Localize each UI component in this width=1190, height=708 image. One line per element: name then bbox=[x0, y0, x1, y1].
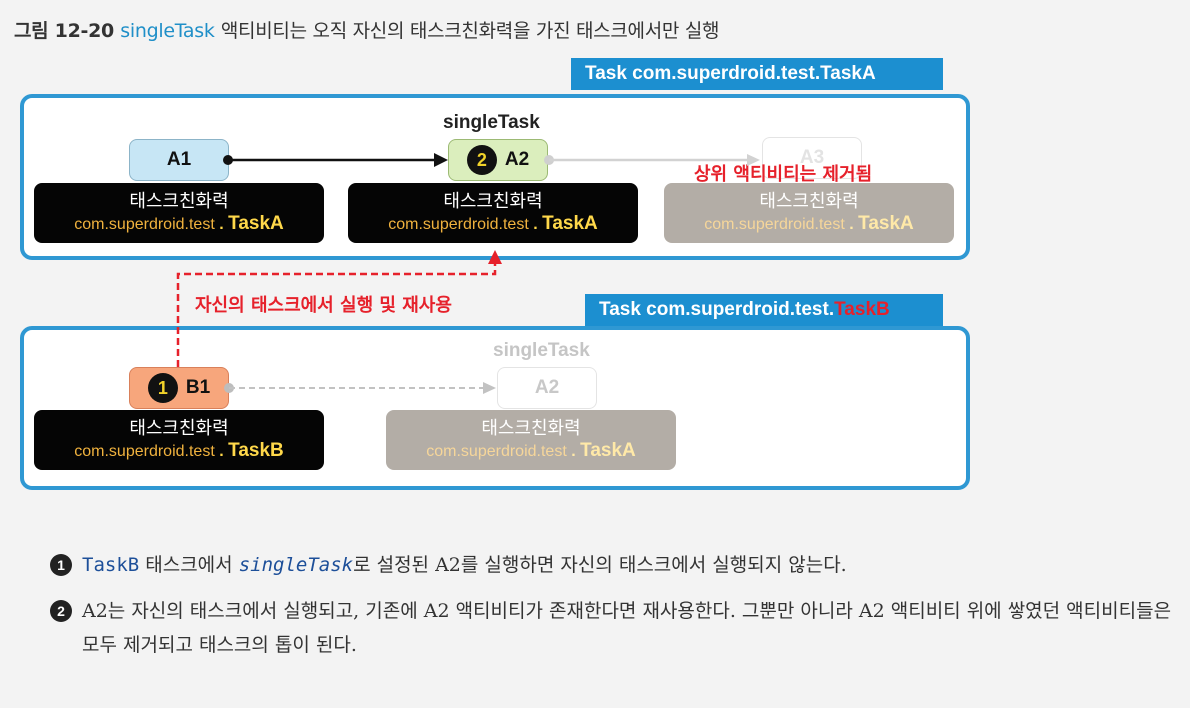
affinity-package-dot: . bbox=[219, 442, 224, 460]
affinity-package: com.superdroid.test . TaskB bbox=[74, 440, 284, 463]
affinity-package-name: TaskA bbox=[858, 212, 914, 234]
task-a-singletask-label: singleTask bbox=[443, 112, 540, 133]
activity-b1-label: B1 bbox=[185, 377, 211, 398]
affinity-package: com.superdroid.test . TaskA bbox=[426, 440, 636, 463]
affinity-title: 태스크친화력 bbox=[759, 190, 859, 212]
activity-a2-ghost-label: A2 bbox=[534, 377, 560, 398]
figure-caption-keyword: singleTask bbox=[120, 20, 215, 42]
affinity-package-name: TaskA bbox=[228, 212, 284, 234]
activity-a1-label: A1 bbox=[166, 149, 192, 170]
note-2: 2 A2는 자신의 태스크에서 실행되고, 기존에 A2 액티비티가 존재한다면… bbox=[50, 594, 1180, 662]
reuse-note: 자신의 태스크에서 실행 및 재사용 bbox=[195, 295, 452, 316]
step-1-badge: 1 bbox=[147, 373, 178, 403]
note-1-text-b: 로 설정된 A2를 실행하면 자신의 태스크에서 실행되지 않는다. bbox=[353, 554, 847, 576]
affinity-title: 태스크친화력 bbox=[129, 417, 229, 439]
note-1-code-singletask: singleTask bbox=[238, 554, 354, 576]
affinity-package-dot: . bbox=[849, 215, 854, 233]
figure-caption: 액티비티는 오직 자신의 태스크친화력을 가진 태스크에서만 실행 bbox=[220, 20, 720, 42]
note-2-marker: 2 bbox=[50, 600, 72, 622]
activity-a2-label: A2 bbox=[504, 149, 530, 170]
task-b-singletask-label: singleTask bbox=[493, 340, 590, 361]
task-a-affinity-1: 태스크친화력 com.superdroid.test . TaskA bbox=[34, 183, 324, 243]
task-a-affinity-2: 태스크친화력 com.superdroid.test . TaskA bbox=[348, 183, 638, 243]
task-b-affinity-1: 태스크친화력 com.superdroid.test . TaskB bbox=[34, 410, 324, 470]
note-1: 1 TaskB 태스크에서 singleTask로 설정된 A2를 실행하면 자… bbox=[50, 548, 1180, 582]
task-a-tab-label: Task com.superdroid.test.TaskA bbox=[585, 63, 876, 84]
affinity-package-base: com.superdroid.test bbox=[74, 215, 215, 233]
task-b-tab-prefix: Task com.superdroid.test. bbox=[599, 299, 835, 320]
affinity-package-name: TaskA bbox=[542, 212, 598, 234]
note-1-marker: 1 bbox=[50, 554, 72, 576]
affinity-package-dot: . bbox=[571, 442, 576, 460]
affinity-title: 태스크친화력 bbox=[443, 190, 543, 212]
note-1-code-taskb: TaskB bbox=[82, 554, 140, 576]
affinity-package-base: com.superdroid.test bbox=[74, 442, 215, 460]
explanation-notes: 1 TaskB 태스크에서 singleTask로 설정된 A2를 실행하면 자… bbox=[50, 548, 1180, 674]
activity-b1: 1 B1 bbox=[129, 367, 229, 409]
note-2-text: A2는 자신의 태스크에서 실행되고, 기존에 A2 액티비티가 존재한다면 재… bbox=[82, 600, 1172, 656]
affinity-package-base: com.superdroid.test bbox=[426, 442, 567, 460]
task-b-affinity-2-ghost: 태스크친화력 com.superdroid.test . TaskA bbox=[386, 410, 676, 470]
affinity-package-base: com.superdroid.test bbox=[388, 215, 529, 233]
activity-a2: 2 A2 bbox=[448, 139, 548, 181]
figure-title: 그림 12-20 singleTask 액티비티는 오직 자신의 태스크친화력을… bbox=[14, 16, 719, 43]
activity-a1: A1 bbox=[129, 139, 229, 181]
affinity-package-dot: . bbox=[533, 215, 538, 233]
affinity-package-name: TaskB bbox=[228, 439, 284, 461]
affinity-package: com.superdroid.test . TaskA bbox=[74, 213, 284, 236]
task-b-tab: Task com.superdroid.test.TaskB bbox=[585, 294, 943, 326]
affinity-package-dot: . bbox=[219, 215, 224, 233]
task-b-tab-suffix: TaskB bbox=[834, 299, 890, 320]
task-a-tab: Task com.superdroid.test.TaskA bbox=[571, 58, 943, 90]
activity-a2-not-created: A2 bbox=[497, 367, 597, 409]
task-a-affinity-3-removed: 태스크친화력 com.superdroid.test . TaskA bbox=[664, 183, 954, 243]
note-1-text: TaskB 태스크에서 singleTask로 설정된 A2를 실행하면 자신의… bbox=[82, 548, 847, 582]
affinity-package-name: TaskA bbox=[580, 439, 636, 461]
affinity-package: com.superdroid.test . TaskA bbox=[704, 213, 914, 236]
step-2-badge: 2 bbox=[466, 145, 497, 175]
figure-number: 그림 12-20 bbox=[14, 20, 114, 42]
affinity-package: com.superdroid.test . TaskA bbox=[388, 213, 598, 236]
affinity-title: 태스크친화력 bbox=[481, 417, 581, 439]
affinity-title: 태스크친화력 bbox=[129, 190, 229, 212]
affinity-package-base: com.superdroid.test bbox=[704, 215, 845, 233]
note-1-text-a: 태스크에서 bbox=[139, 554, 239, 576]
